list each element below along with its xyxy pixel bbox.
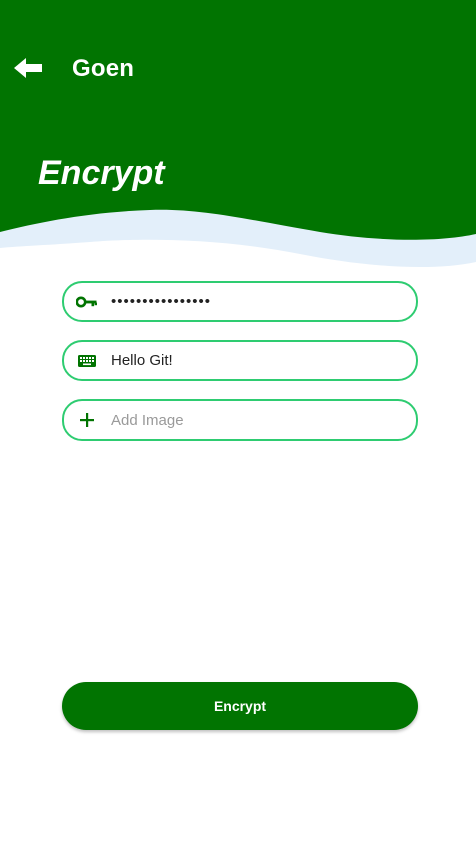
header-banner: Goen Encrypt <box>0 0 476 280</box>
message-input[interactable] <box>111 352 401 369</box>
app-title: Goen <box>72 55 135 82</box>
arrow-left-icon <box>14 58 42 78</box>
add-image-label: Add Image <box>111 411 184 429</box>
password-input[interactable] <box>111 293 401 310</box>
header-wave <box>0 0 476 268</box>
page-title: Encrypt <box>38 154 165 192</box>
message-field[interactable] <box>62 340 418 381</box>
add-image-button[interactable]: Add Image <box>62 399 418 441</box>
back-button[interactable] <box>8 50 48 86</box>
password-field[interactable] <box>62 281 418 322</box>
key-icon <box>75 290 99 314</box>
keyboard-icon <box>75 349 99 373</box>
encrypt-button[interactable]: Encrypt <box>62 682 418 730</box>
plus-icon <box>75 408 99 432</box>
